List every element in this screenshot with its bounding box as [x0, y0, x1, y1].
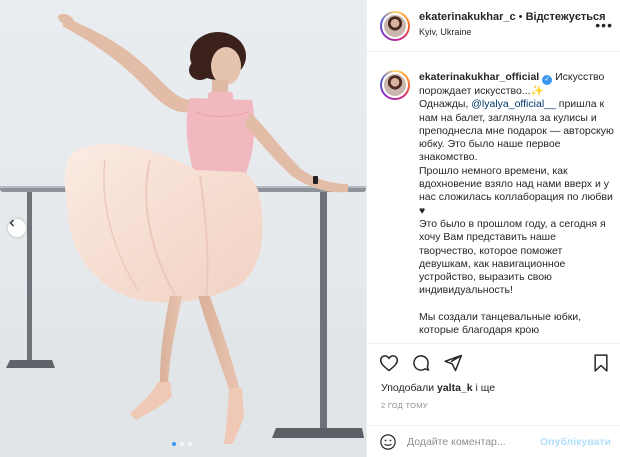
caption-p1-before: Однажды, [419, 98, 472, 111]
more-options-button[interactable]: ••• [595, 17, 613, 33]
comment-icon [413, 355, 430, 371]
comment-bar: Опублікувати [367, 425, 620, 457]
caption-paragraph-4: Мы создали танцевальные юбки, которые бл… [419, 310, 582, 337]
mention-link[interactable]: @lyalya_official__ [471, 98, 556, 110]
post-location[interactable]: Kyiv, Ukraine [419, 27, 614, 37]
caption-paragraph-1: Однажды, @lyalya_official__ пришла к нам… [419, 98, 615, 164]
post-side-panel: ekaterinakukhar_c • Відстежується Kyiv, … [366, 0, 620, 457]
carousel-dot [188, 442, 192, 446]
publish-button[interactable]: Опублікувати [540, 436, 611, 448]
post-caption: ekaterinakukhar_official ✓ Искусство пор… [367, 60, 620, 343]
caption-username[interactable]: ekaterinakukhar_official [419, 71, 539, 83]
share-icon [444, 354, 463, 372]
caption-paragraph-2: Прошло немного времени, как вдохновение … [419, 164, 613, 217]
caption-paragraph-3: Это было в прошлом году, а сегодня я хоч… [419, 217, 606, 297]
ballerina-photo [0, 13, 366, 457]
carousel-dot [180, 442, 184, 446]
post-actions-section: Уподобали yalta_k і ще 2 ГОД ТОМУ [367, 343, 620, 425]
action-bar [379, 353, 463, 378]
caption-text: ekaterinakukhar_official ✓ Искусство пор… [419, 71, 615, 337]
chevron-left-icon [9, 219, 14, 227]
post-header: ekaterinakukhar_c • Відстежується Kyiv, … [367, 0, 620, 52]
verified-badge-icon: ✓ [542, 75, 553, 85]
likes-suffix[interactable]: і ще [473, 382, 496, 394]
author-avatar[interactable] [380, 11, 410, 41]
author-username[interactable]: ekaterinakukhar_c [419, 11, 516, 23]
instagram-post: ekaterinakukhar_c • Відстежується Kyiv, … [0, 0, 620, 457]
separator-dot: • [515, 11, 526, 23]
smile-icon [380, 434, 396, 450]
emoji-button[interactable] [379, 433, 397, 456]
comment-button[interactable] [411, 353, 431, 378]
likes-prefix: Уподобали [381, 382, 437, 394]
bookmark-icon [594, 354, 608, 372]
share-button[interactable] [443, 353, 463, 378]
heart-icon [379, 355, 399, 372]
post-timestamp[interactable]: 2 ГОД ТОМУ [381, 401, 428, 410]
comment-input[interactable] [407, 434, 557, 450]
caption-avatar[interactable] [380, 70, 410, 100]
carousel-prev-button[interactable] [8, 219, 26, 237]
following-button[interactable]: Відстежується [526, 11, 606, 23]
likes-summary: Уподобали yalta_k і ще [381, 382, 495, 394]
like-button[interactable] [379, 353, 399, 378]
post-photo[interactable] [0, 0, 366, 457]
author-info: ekaterinakukhar_c • Відстежується Kyiv, … [419, 11, 614, 37]
likes-user-link[interactable]: yalta_k [437, 382, 473, 394]
carousel-indicator [172, 442, 192, 446]
carousel-dot [172, 442, 176, 446]
save-button[interactable] [591, 353, 611, 378]
